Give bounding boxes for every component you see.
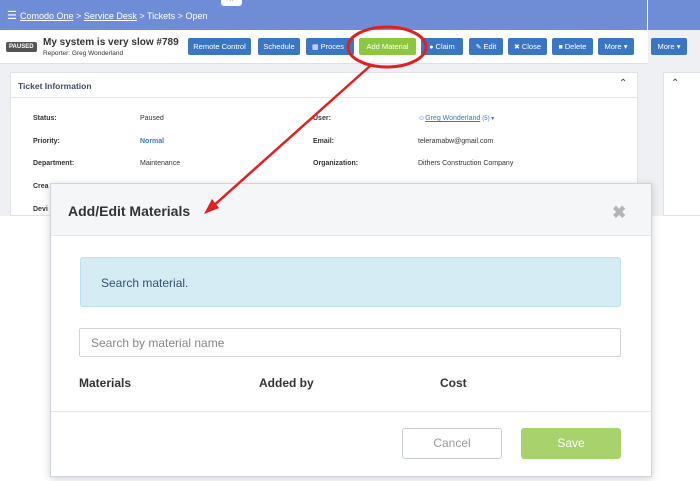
- add-material-label: Add Material: [366, 42, 409, 51]
- user-count: (5): [482, 116, 490, 122]
- delete-button[interactable]: ■ Delete: [552, 38, 593, 55]
- material-search-input[interactable]: [79, 328, 621, 357]
- breadcrumb-sep: >: [139, 11, 145, 21]
- divider: [11, 97, 637, 98]
- user-name[interactable]: Greg Wonderland: [425, 115, 480, 122]
- save-label: Save: [557, 436, 585, 450]
- breadcrumb: Comodo One > Service Desk > Tickets > Op…: [20, 11, 207, 21]
- more-button[interactable]: More ▾: [598, 38, 634, 55]
- priority-label: Priority:: [33, 138, 60, 145]
- breadcrumb-tickets[interactable]: Tickets: [147, 11, 175, 21]
- remote-control-label: Remote Control: [193, 42, 246, 51]
- created-label-partial: Crea: [33, 183, 49, 190]
- status-badge: PAUSED: [6, 42, 37, 52]
- email-label: Email:: [313, 138, 335, 145]
- claim-label: Claim: [435, 42, 455, 51]
- status-value: Paused: [140, 115, 164, 122]
- more-label: More: [604, 42, 622, 51]
- divider: [647, 0, 648, 30]
- breadcrumb-service-desk[interactable]: Service Desk: [84, 11, 137, 21]
- close-label: Close: [521, 42, 542, 51]
- process-label: Proces: [320, 42, 344, 51]
- caret-down-icon[interactable]: ▾: [490, 116, 494, 122]
- more-label-right: More: [657, 42, 675, 51]
- breadcrumb-sep: >: [76, 11, 82, 21]
- add-material-button[interactable]: Add Material: [359, 38, 416, 55]
- close-icon[interactable]: ✖: [612, 203, 626, 223]
- cancel-button[interactable]: Cancel: [402, 428, 502, 459]
- more-button-right[interactable]: More ▾: [651, 38, 687, 55]
- ticket-title: My system is very slow #789: [43, 37, 179, 48]
- delete-label: Delete: [564, 42, 587, 51]
- department-label: Department:: [33, 160, 75, 167]
- save-button[interactable]: Save: [521, 428, 621, 459]
- remote-control-button[interactable]: Remote Control: [188, 38, 251, 55]
- priority-value[interactable]: Normal: [140, 138, 164, 145]
- department-value: Maintenance: [140, 160, 181, 167]
- edit-label: Edit: [483, 42, 497, 51]
- email-value: teleramabw@gmail.com: [418, 138, 494, 145]
- organization-value: Dithers Construction Company: [418, 160, 514, 167]
- claim-button[interactable]: ● Claim: [421, 38, 463, 55]
- cancel-label: Cancel: [433, 436, 471, 450]
- top-bar: ☰ Comodo One > Service Desk > Tickets > …: [0, 0, 700, 30]
- edit-icon: ✎: [475, 44, 482, 51]
- caret-down-icon: ▾: [621, 42, 628, 51]
- side-card: [663, 72, 700, 216]
- column-header-cost: Cost: [440, 376, 467, 390]
- breadcrumb-comodo-one[interactable]: Comodo One: [20, 11, 74, 21]
- process-icon: ▦: [312, 44, 319, 51]
- organization-label: Organization:: [313, 160, 359, 167]
- device-label-partial: Devi: [33, 206, 48, 213]
- chevron-up-icon[interactable]: ⌃: [671, 78, 679, 89]
- info-alert-text: Search material.: [101, 276, 189, 290]
- user-label: User:: [313, 115, 331, 122]
- process-button[interactable]: ▦ Proces: [306, 38, 354, 55]
- breadcrumb-sep: >: [177, 11, 183, 21]
- claim-icon: ●: [429, 44, 434, 51]
- caret-down-icon: ▾: [674, 42, 681, 51]
- divider: [51, 411, 651, 412]
- chevron-up-icon[interactable]: ⌃: [619, 78, 627, 89]
- trash-icon: ■: [558, 44, 563, 51]
- ticket-info-title: Ticket Information: [18, 81, 92, 91]
- ticket-reporter: Reporter: Greg Wonderland: [43, 50, 124, 57]
- close-icon: ✖: [513, 44, 520, 51]
- close-ticket-button[interactable]: ✖ Close: [508, 38, 547, 55]
- hamburger-menu-icon[interactable]: ☰: [7, 9, 17, 22]
- schedule-button[interactable]: Schedule: [258, 38, 300, 55]
- breadcrumb-open: Open: [185, 11, 208, 21]
- schedule-label: Schedule: [263, 42, 295, 51]
- dialog-title: Add/Edit Materials: [68, 203, 191, 219]
- user-value[interactable]: ☺Greg Wonderland (5) ▾: [418, 115, 494, 122]
- collapse-header-icon[interactable]: ⌃: [221, 0, 242, 6]
- column-header-added-by: Added by: [259, 376, 314, 390]
- status-label: Status:: [33, 115, 57, 122]
- column-header-materials: Materials: [79, 376, 132, 390]
- edit-button[interactable]: ✎ Edit: [469, 38, 503, 55]
